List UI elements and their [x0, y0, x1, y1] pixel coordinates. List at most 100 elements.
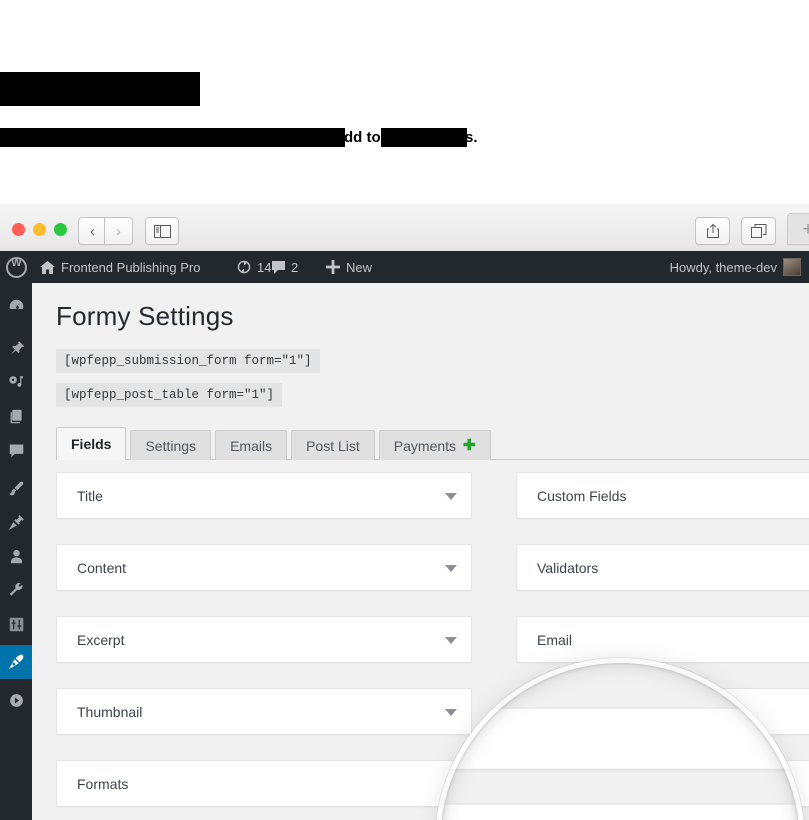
- intro-redacted-block: s dd to s.: [0, 0, 809, 185]
- sidebar-item-pages[interactable]: [0, 399, 32, 433]
- sidebar-item-frontend-publishing-pro[interactable]: [0, 645, 40, 679]
- tab-bar: Fields Settings Emails Post List Payment…: [56, 427, 809, 460]
- wordpress-icon: [6, 256, 27, 278]
- tabs-icon: [750, 224, 766, 238]
- chevron-down-icon[interactable]: [445, 492, 457, 500]
- account-menu[interactable]: Howdy, theme-dev: [670, 251, 801, 283]
- sidebar-toggle-button[interactable]: [145, 217, 179, 245]
- payments-addon-badge-icon: ✚: [463, 437, 476, 454]
- updates-count: 14: [257, 259, 272, 275]
- forward-button[interactable]: ›: [104, 217, 133, 245]
- tab-label: Post List: [306, 437, 360, 454]
- field-panel-validators[interactable]: Validators: [516, 544, 809, 591]
- field-label: Excerpt: [77, 631, 125, 648]
- sidebar-item-media-player[interactable]: [0, 683, 32, 717]
- tab-label: Fields: [71, 436, 112, 452]
- chevron-left-icon: ‹: [90, 222, 95, 240]
- page-title: Formy Settings: [56, 301, 234, 331]
- sliders-icon: [9, 617, 23, 631]
- howdy-label: Howdy, theme-dev: [669, 259, 777, 275]
- magnified-page: Title Content Excerpt Thumbnail: [435, 658, 805, 820]
- site-name-link[interactable]: Frontend Publishing Pro: [40, 251, 200, 283]
- updates-link[interactable]: 14: [237, 251, 271, 283]
- sidebar-item-media[interactable]: [0, 365, 32, 399]
- back-button[interactable]: ‹: [78, 217, 107, 245]
- tab-settings[interactable]: Settings: [130, 430, 212, 460]
- sidebar-item-users[interactable]: [0, 539, 32, 573]
- play-circle-icon: [9, 693, 23, 707]
- window-traffic-lights: [12, 223, 67, 236]
- wp-admin-sidebar: [0, 283, 40, 820]
- redacted-body-bar-2: [381, 128, 467, 147]
- show-tabs-button[interactable]: [741, 217, 776, 245]
- sidebar-item-appearance[interactable]: [0, 471, 32, 505]
- pages-icon: [10, 409, 22, 423]
- field-panel-formats[interactable]: Formats: [56, 760, 472, 807]
- sidebar-item-tools[interactable]: [0, 573, 32, 607]
- chevron-right-icon: ›: [116, 222, 121, 240]
- browser-window: ‹ › + W Frontend Publishing Pro 14 2 New…: [0, 203, 809, 820]
- validator-item-email[interactable]: Email: [516, 616, 809, 663]
- sidebar-item-dashboard[interactable]: [0, 289, 32, 323]
- comment-icon: [9, 444, 23, 457]
- field-panel-thumbnail[interactable]: Thumbnail: [56, 688, 472, 735]
- pin-icon: [10, 340, 24, 355]
- sidebar-item-posts[interactable]: [0, 331, 32, 365]
- avatar: [783, 258, 801, 276]
- sidebar-item-settings[interactable]: [0, 607, 32, 641]
- tab-label: Payments: [393, 437, 457, 454]
- tab-post-list[interactable]: Post List: [291, 430, 375, 460]
- magnified-column-left: Title Content Excerpt Thumbnail: [435, 707, 805, 820]
- dashboard-icon: [9, 299, 23, 309]
- new-content-link[interactable]: New: [326, 251, 372, 283]
- chevron-down-icon[interactable]: [445, 636, 457, 644]
- share-button[interactable]: [695, 217, 730, 245]
- wp-admin-bar: Frontend Publishing Pro 14 2 New How: [0, 251, 809, 283]
- home-icon: [40, 260, 55, 274]
- tab-label: Emails: [230, 437, 273, 454]
- maximize-window-button[interactable]: [54, 223, 67, 236]
- magnifier-lens: Title Content Excerpt Thumbnail: [435, 658, 805, 820]
- tab-payments[interactable]: Payments ✚: [378, 430, 491, 460]
- field-label: Content: [77, 559, 127, 576]
- field-panel-content[interactable]: Content: [435, 803, 805, 820]
- tab-emails[interactable]: Emails: [215, 430, 288, 460]
- comments-count: 2: [291, 259, 299, 275]
- redacted-heading-bar: [0, 72, 200, 106]
- body-fragment-2: s.: [465, 129, 478, 146]
- close-window-button[interactable]: [12, 223, 25, 236]
- shortcode-post-table[interactable]: [wpfepp_post_table form="1"]: [56, 383, 283, 407]
- field-panel-content[interactable]: Content: [56, 544, 472, 591]
- wp-logo-button[interactable]: [6, 251, 27, 283]
- share-icon: [706, 223, 719, 238]
- comment-icon: [272, 260, 285, 274]
- heading-visible-tail: s: [182, 74, 199, 107]
- field-panel-title[interactable]: Title: [435, 707, 805, 770]
- field-label: Email: [537, 631, 573, 648]
- shortcode-submission-form[interactable]: [wpfepp_submission_form form="1"]: [56, 349, 320, 373]
- field-panel-excerpt[interactable]: Excerpt: [56, 616, 472, 663]
- field-panel-custom-fields[interactable]: Custom Fields: [516, 472, 809, 519]
- magnifier-content: Title Content Excerpt Thumbnail: [435, 658, 805, 820]
- user-icon: [10, 549, 22, 563]
- minimize-window-button[interactable]: [33, 223, 46, 236]
- redacted-body-bar-1: [0, 128, 345, 147]
- plus-icon: +: [802, 218, 809, 240]
- tab-label: Settings: [145, 437, 197, 454]
- new-tab-button[interactable]: +: [787, 213, 809, 245]
- plus-icon: [326, 260, 340, 274]
- field-label: Thumbnail: [77, 703, 143, 720]
- sidebar-item-plugins[interactable]: [0, 505, 32, 539]
- tab-fields[interactable]: Fields: [56, 427, 127, 460]
- sidebar-item-comments[interactable]: [0, 433, 32, 467]
- field-panel-title[interactable]: Title: [56, 472, 472, 519]
- browser-toolbar: ‹ › +: [0, 203, 809, 252]
- chevron-down-icon[interactable]: [445, 564, 457, 572]
- update-icon: [237, 260, 251, 274]
- brush-icon: [8, 481, 23, 495]
- field-label: Custom Fields: [537, 487, 627, 504]
- plug-icon: [8, 514, 24, 530]
- comments-link[interactable]: 2: [272, 251, 298, 283]
- wrench-icon: [9, 582, 23, 596]
- media-icon: [8, 375, 23, 387]
